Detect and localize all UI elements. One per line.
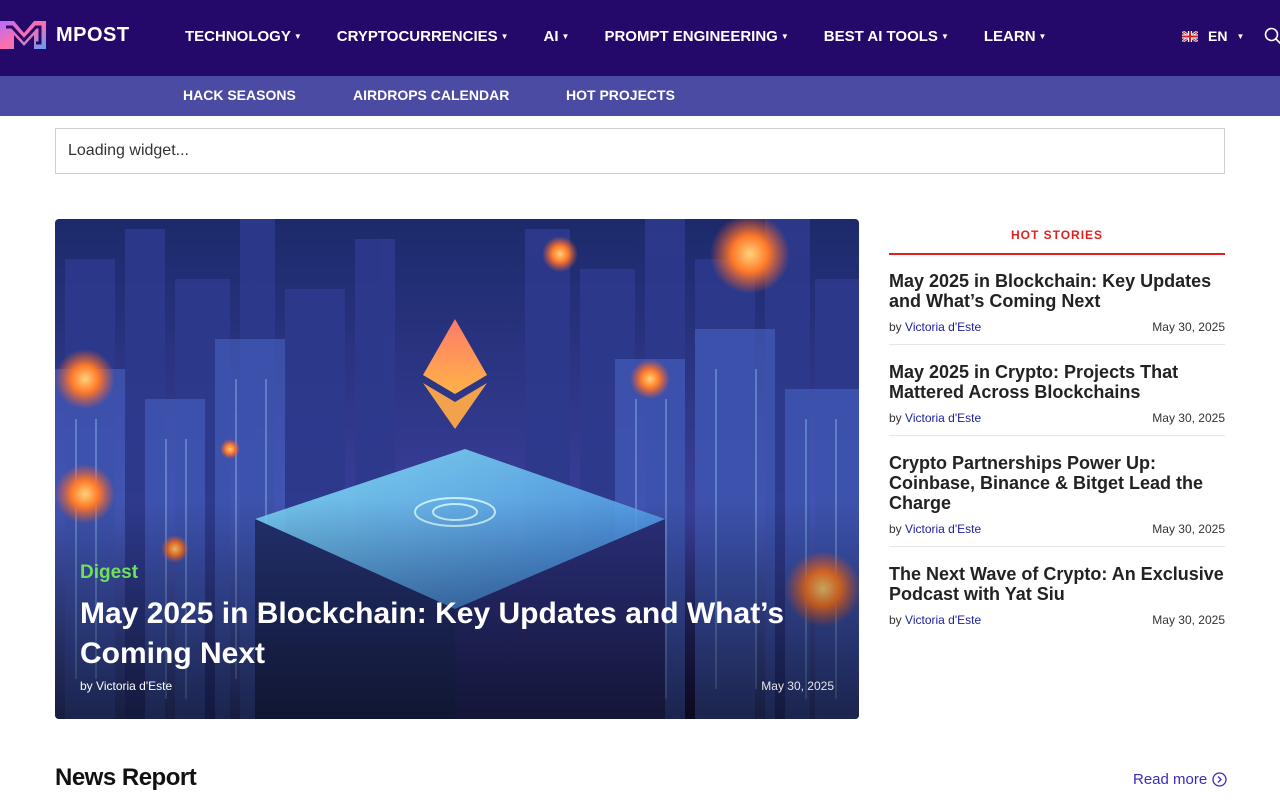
subnav-airdrops-calendar[interactable]: AIRDROPS CALENDAR xyxy=(353,87,509,103)
hot-story-title[interactable]: May 2025 in Crypto: Projects That Matter… xyxy=(889,362,1225,402)
category-tag[interactable]: Digest xyxy=(80,562,138,584)
loading-widget: Loading widget... xyxy=(55,128,1225,174)
hot-story-item[interactable]: May 2025 in Crypto: Projects That Matter… xyxy=(889,362,1225,436)
featured-date: May 30, 2025 xyxy=(761,679,834,693)
author-link[interactable]: Victoria d'Este xyxy=(905,411,981,425)
search-icon[interactable] xyxy=(1264,27,1280,45)
hot-story-item[interactable]: The Next Wave of Crypto: An Exclusive Po… xyxy=(889,564,1225,637)
nav-item-ai[interactable]: AI ▼ xyxy=(544,28,570,45)
hot-story-meta: by Victoria d'Este May 30, 2025 xyxy=(889,320,1225,344)
nav-item-label: AI xyxy=(543,28,559,45)
nav-item-label: LEARN xyxy=(983,28,1036,45)
language-selector[interactable]: EN ▼ xyxy=(1182,28,1244,44)
read-more-link[interactable]: Read more xyxy=(1133,771,1227,788)
byline-prefix: by xyxy=(80,679,93,693)
read-more-label: Read more xyxy=(1133,771,1208,788)
subnav-hot-projects[interactable]: HOT PROJECTS xyxy=(566,87,675,103)
nav-item-learn[interactable]: LEARN ▼ xyxy=(984,28,1047,45)
hot-story-item[interactable]: Crypto Partnerships Power Up: Coinbase, … xyxy=(889,453,1225,547)
caret-down-icon: ▼ xyxy=(500,32,509,41)
nav-item-technology[interactable]: TECHNOLOGY ▼ xyxy=(185,28,302,45)
news-report-heading: News Report xyxy=(55,764,197,791)
chevron-right-circle-icon xyxy=(1212,772,1227,787)
author-link[interactable]: Victoria d'Este xyxy=(96,679,172,693)
hot-story-date: May 30, 2025 xyxy=(1152,320,1225,334)
nav-item-prompt-engineering[interactable]: PROMPT ENGINEERING ▼ xyxy=(604,28,788,45)
hot-story-date: May 30, 2025 xyxy=(1152,522,1225,536)
byline-prefix: by xyxy=(889,411,902,425)
top-navigation-bar: MPOST TECHNOLOGY ▼ CRYPTOCURRENCIES ▼ AI ▼ … xyxy=(0,0,1280,76)
featured-article-card[interactable]: Digest May 2025 in Blockchain: Key Updat… xyxy=(55,219,859,719)
nav-item-label: PROMPT ENGINEERING xyxy=(604,28,778,45)
hot-story-byline: by Victoria d'Este xyxy=(889,613,981,627)
secondary-navigation-bar: HACK SEASONS AIRDROPS CALENDAR HOT PROJE… xyxy=(0,76,1280,116)
hot-story-byline: by Victoria d'Este xyxy=(889,522,981,536)
main-menu: TECHNOLOGY ▼ CRYPTOCURRENCIES ▼ AI ▼ PROMPT… xyxy=(185,28,1046,45)
language-code: EN xyxy=(1208,28,1228,44)
byline-prefix: by xyxy=(889,522,902,536)
author-link[interactable]: Victoria d'Este xyxy=(905,613,981,627)
brand-name: MPOST xyxy=(56,23,130,46)
mpost-logo[interactable]: MPOST xyxy=(0,19,130,51)
featured-byline: by Victoria d'Este xyxy=(80,679,172,693)
byline-prefix: by xyxy=(889,613,902,627)
nav-item-label: TECHNOLOGY xyxy=(185,28,291,45)
hot-story-byline: by Victoria d'Este xyxy=(889,320,981,334)
hot-story-date: May 30, 2025 xyxy=(1152,411,1225,425)
hot-story-title[interactable]: Crypto Partnerships Power Up: Coinbase, … xyxy=(889,453,1225,513)
nav-item-cryptocurrencies[interactable]: CRYPTOCURRENCIES ▼ xyxy=(337,28,509,45)
nav-item-best-ai-tools[interactable]: BEST AI TOOLS ▼ xyxy=(824,28,949,45)
nav-item-label: BEST AI TOOLS xyxy=(823,28,938,45)
caret-down-icon: ▼ xyxy=(561,32,570,41)
hot-stories-divider xyxy=(889,253,1225,255)
hot-story-meta: by Victoria d'Este May 30, 2025 xyxy=(889,411,1225,435)
hot-story-item[interactable]: May 2025 in Blockchain: Key Updates and … xyxy=(889,271,1225,345)
hot-story-byline: by Victoria d'Este xyxy=(889,411,981,425)
caret-down-icon: ▼ xyxy=(1236,31,1245,41)
nav-item-label: CRYPTOCURRENCIES xyxy=(336,28,498,45)
mpost-logo-icon xyxy=(0,21,46,49)
author-link[interactable]: Victoria d'Este xyxy=(905,320,981,334)
hot-stories-heading: HOT STORIES xyxy=(1010,228,1104,242)
featured-article-title[interactable]: May 2025 in Blockchain: Key Updates and … xyxy=(80,594,820,674)
hot-story-date: May 30, 2025 xyxy=(1152,613,1225,627)
author-link[interactable]: Victoria d'Este xyxy=(905,522,981,536)
uk-flag-icon xyxy=(1182,30,1198,42)
subnav-hack-seasons[interactable]: HACK SEASONS xyxy=(183,87,296,103)
caret-down-icon: ▼ xyxy=(1038,32,1047,41)
hot-story-meta: by Victoria d'Este May 30, 2025 xyxy=(889,613,1225,637)
caret-down-icon: ▼ xyxy=(940,32,949,41)
caret-down-icon: ▼ xyxy=(293,32,302,41)
hot-story-title[interactable]: The Next Wave of Crypto: An Exclusive Po… xyxy=(889,564,1225,604)
byline-prefix: by xyxy=(889,320,902,334)
caret-down-icon: ▼ xyxy=(780,32,789,41)
hot-story-meta: by Victoria d'Este May 30, 2025 xyxy=(889,522,1225,546)
hot-story-title[interactable]: May 2025 in Blockchain: Key Updates and … xyxy=(889,271,1225,311)
